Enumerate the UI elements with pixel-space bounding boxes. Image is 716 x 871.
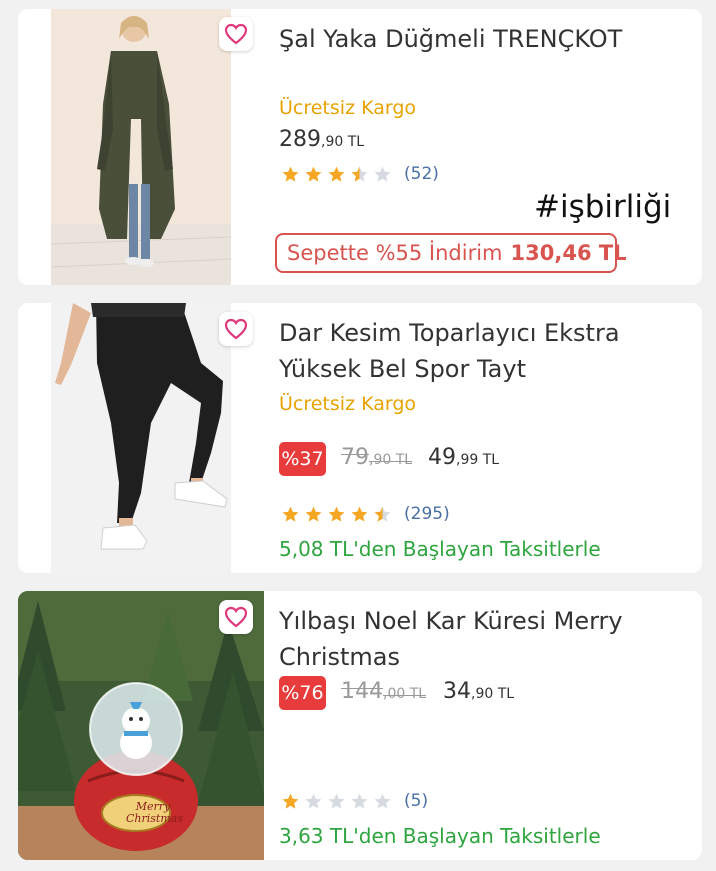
product-title[interactable]: Şal Yaka Düğmeli TRENÇKOT — [279, 21, 679, 57]
star-full-icon — [282, 506, 299, 522]
rating-stars: (52) — [281, 164, 439, 184]
heart-icon — [224, 318, 248, 340]
rating-stars: (5) — [281, 791, 428, 811]
basket-discount-banner: Sepette %55 İndirim 130,46 TL — [275, 233, 627, 273]
star-full-icon — [282, 793, 299, 809]
product-card[interactable]: Dar Kesim Toparlayıcı Ekstra Yüksek Bel … — [18, 303, 702, 573]
hashtag-overlay: #işbirliği — [534, 189, 672, 225]
free-shipping-label: Ücretsiz Kargo — [279, 97, 417, 119]
installment-info: 5,08 TL'den Başlayan Taksitlerle — [279, 537, 601, 561]
product-card[interactable]: Şal Yaka Düğmeli TRENÇKOT Ücretsiz Kargo… — [18, 9, 702, 285]
rating-count[interactable]: (52) — [404, 164, 439, 184]
heart-icon — [224, 606, 248, 628]
rating-count[interactable]: (295) — [404, 504, 450, 524]
star-empty-icon — [351, 793, 368, 809]
star-empty-icon — [374, 793, 391, 809]
favorite-button[interactable] — [219, 600, 253, 634]
star-full-icon — [328, 166, 345, 182]
old-price: 79,90 TL — [341, 445, 413, 470]
discount-badge: %76 — [279, 676, 326, 710]
product-price: 49,99 TL — [428, 445, 500, 470]
product-image[interactable] — [51, 9, 231, 285]
star-full-icon — [282, 166, 299, 182]
star-half-icon — [374, 506, 391, 522]
rating-stars: (295) — [281, 504, 450, 524]
rating-count[interactable]: (5) — [404, 791, 428, 811]
product-title[interactable]: Dar Kesim Toparlayıcı Ekstra Yüksek Bel … — [279, 315, 679, 387]
product-price: 34,90 TL — [443, 679, 515, 704]
star-empty-icon — [328, 793, 345, 809]
old-price: 144,00 TL — [341, 679, 427, 704]
product-image[interactable] — [51, 303, 231, 573]
favorite-button[interactable] — [219, 17, 253, 51]
star-full-icon — [305, 506, 322, 522]
product-price: 289,90 TL — [279, 127, 365, 152]
star-empty-icon — [305, 793, 322, 809]
favorite-button[interactable] — [219, 312, 253, 346]
star-full-icon — [328, 506, 345, 522]
discount-badge: %37 — [279, 442, 326, 476]
installment-info: 3,63 TL'den Başlayan Taksitlerle — [279, 824, 601, 848]
heart-icon — [224, 23, 248, 45]
free-shipping-label: Ücretsiz Kargo — [279, 393, 417, 415]
star-full-icon — [351, 506, 368, 522]
product-title[interactable]: Yılbaşı Noel Kar Küresi Merry Christmas — [279, 603, 679, 675]
product-card[interactable]: Merry Christmas Yılbaşı Noel Kar Küresi … — [18, 591, 702, 860]
star-empty-icon — [374, 166, 391, 182]
star-half-icon — [351, 166, 368, 182]
snow-globe-label: Merry Christmas — [126, 800, 183, 825]
star-full-icon — [305, 166, 322, 182]
